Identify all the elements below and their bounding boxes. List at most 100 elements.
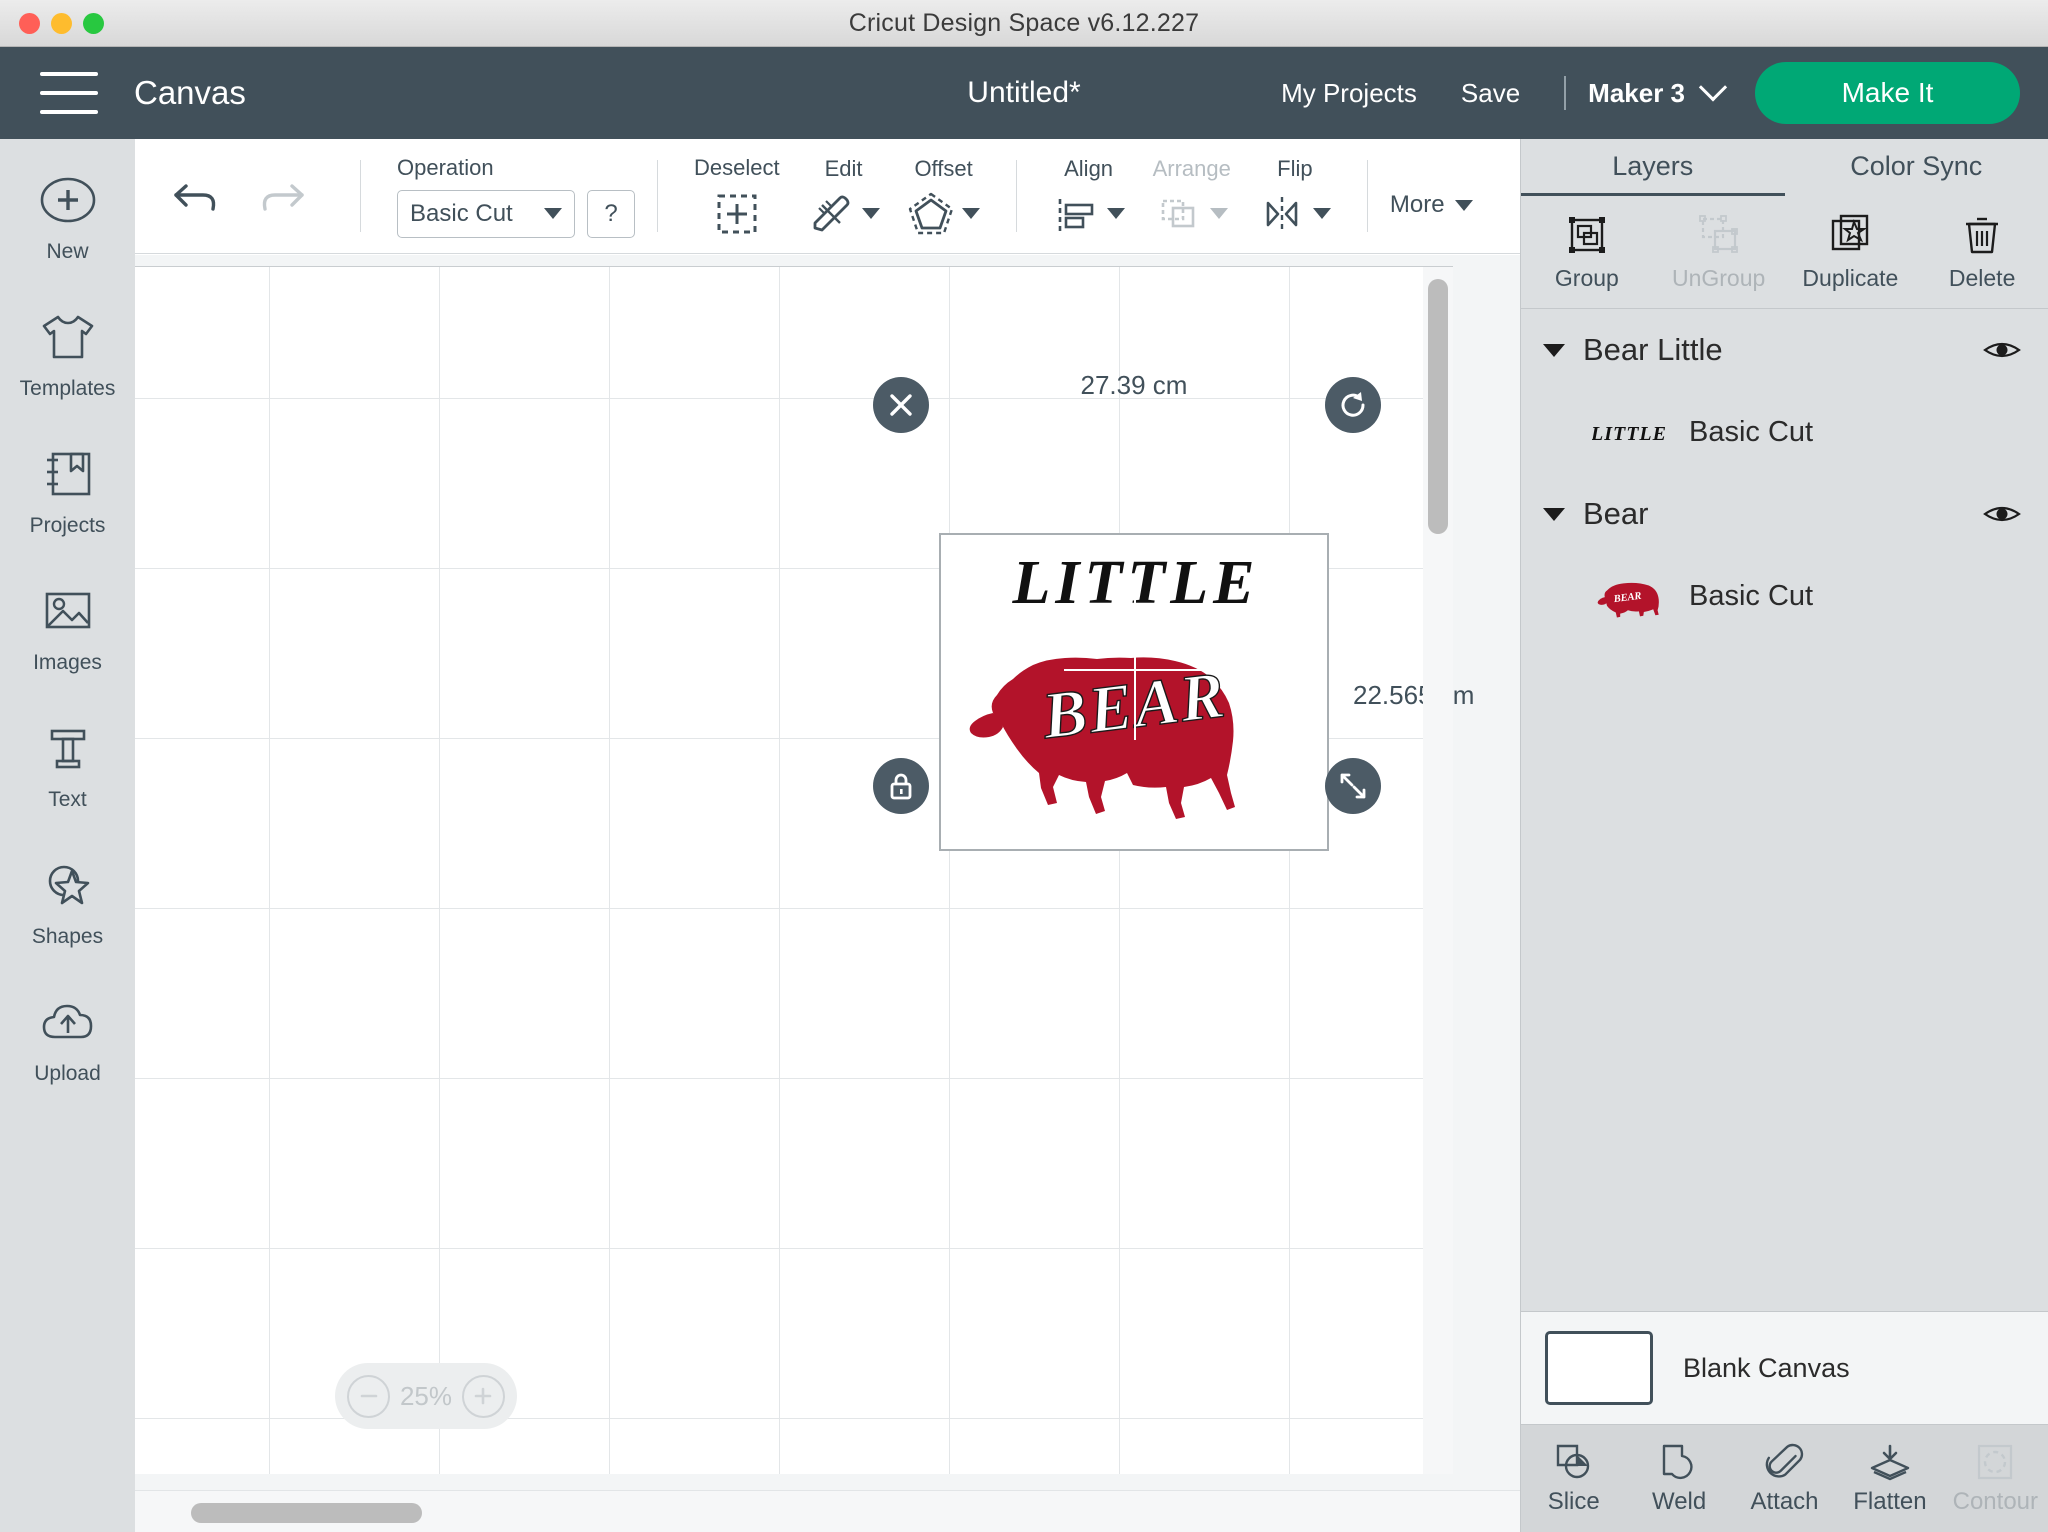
- zoom-in-button[interactable]: [461, 1374, 505, 1418]
- contour-button: Contour: [1943, 1442, 2048, 1516]
- picture-icon: [37, 580, 99, 642]
- sidebar-label-projects: Projects: [29, 514, 106, 537]
- align-icon: [1053, 191, 1099, 237]
- layer-row-bear-basic-cut[interactable]: BEAR Basic Cut: [1521, 555, 2048, 637]
- eye-icon[interactable]: [1982, 501, 2022, 527]
- header-right-controls: My Projects Save Maker 3 Make It: [1259, 62, 2048, 124]
- chevron-down-icon[interactable]: [1543, 343, 1565, 357]
- layer-row-label: Basic Cut: [1689, 579, 1814, 612]
- rotate-handle[interactable]: [1325, 377, 1381, 433]
- duplicate-button[interactable]: Duplicate: [1785, 212, 1917, 292]
- sidebar-label-templates: Templates: [19, 377, 116, 400]
- eye-icon[interactable]: [1982, 337, 2022, 363]
- weld-icon: [1658, 1442, 1700, 1482]
- app-header: Canvas Untitled* My Projects Save Maker …: [0, 47, 2048, 139]
- chevron-down-icon: [1454, 199, 1473, 211]
- sidebar-item-projects[interactable]: Projects: [0, 443, 135, 538]
- group-icon: [1564, 212, 1610, 258]
- flip-menu-button[interactable]: Flip: [1245, 156, 1345, 237]
- redo-icon[interactable]: [254, 174, 308, 218]
- operation-help-button[interactable]: ?: [587, 189, 635, 238]
- delete-button[interactable]: Delete: [1916, 212, 2048, 292]
- edit-menu-button[interactable]: Edit: [794, 156, 894, 237]
- blank-canvas-row[interactable]: Blank Canvas: [1521, 1311, 2048, 1424]
- resize-handle[interactable]: [1325, 758, 1381, 814]
- bear-thumb: BEAR: [1591, 568, 1667, 624]
- operation-select[interactable]: Basic Cut: [397, 189, 575, 238]
- resize-diagonal-icon: [1338, 771, 1368, 801]
- deselect-label: Deselect: [694, 154, 780, 180]
- save-button[interactable]: Save: [1439, 78, 1542, 109]
- sidebar-label-text: Text: [48, 788, 87, 811]
- layer-actions-bar: Group UnGroup Duplicate Delete: [1521, 196, 2048, 309]
- arrange-menu-button: Arrange: [1139, 156, 1245, 237]
- delete-handle[interactable]: [873, 377, 929, 433]
- machine-selector[interactable]: Maker 3: [1588, 73, 1728, 109]
- layer-row-little-basic-cut[interactable]: LITTLE Basic Cut: [1521, 391, 2048, 473]
- window-title: Cricut Design Space v6.12.227: [848, 8, 1200, 37]
- sidebar-label-upload: Upload: [34, 1062, 101, 1085]
- align-label: Align: [1064, 155, 1114, 181]
- delete-label: Delete: [1948, 265, 2016, 291]
- my-projects-link[interactable]: My Projects: [1259, 78, 1439, 109]
- undo-redo-group: [135, 174, 338, 218]
- flatten-button[interactable]: Flatten: [1837, 1442, 1942, 1516]
- sidebar-label-new: New: [46, 240, 89, 263]
- chevron-down-icon: [861, 208, 880, 219]
- operation-group: Operation Basic Cut ?: [383, 155, 635, 238]
- tab-color-sync[interactable]: Color Sync: [1785, 139, 2048, 196]
- sidebar-item-upload[interactable]: Upload: [0, 991, 135, 1086]
- tab-layers[interactable]: Layers: [1521, 139, 1785, 196]
- make-it-button[interactable]: Make It: [1755, 62, 2020, 124]
- window-titlebar: Cricut Design Space v6.12.227: [0, 0, 2048, 47]
- layers-list: Bear Little LITTLE Basic Cut Bear BEAR B…: [1521, 309, 2048, 1311]
- design-canvas[interactable]: 27.39 cm 22.565 cm LITTLE BEAR 25%: [135, 255, 1520, 1532]
- ungroup-label: UnGroup: [1671, 265, 1766, 291]
- sidebar-item-templates[interactable]: Templates: [0, 306, 135, 401]
- edit-label: Edit: [824, 155, 863, 181]
- lock-aspect-handle[interactable]: [873, 758, 929, 814]
- sidebar-item-new[interactable]: New: [0, 169, 135, 264]
- trash-icon: [1961, 212, 2003, 258]
- hamburger-menu-icon[interactable]: [40, 72, 98, 114]
- contour-label: Contour: [1952, 1487, 2039, 1515]
- more-menu-button[interactable]: More: [1390, 173, 1473, 219]
- flatten-icon: [1868, 1442, 1912, 1482]
- sidebar-item-images[interactable]: Images: [0, 580, 135, 675]
- operation-label: Operation: [397, 154, 494, 180]
- layer-group-bear-little[interactable]: Bear Little: [1521, 309, 2048, 391]
- sidebar-item-text[interactable]: Text: [0, 717, 135, 812]
- canvas-grid[interactable]: [135, 266, 1453, 1474]
- close-x-icon: [886, 390, 916, 420]
- left-sidebar: New Templates Projects Images Text Shape…: [0, 139, 135, 1532]
- chevron-down-icon[interactable]: [1543, 507, 1565, 521]
- edit-pencil-ruler-icon: [808, 191, 854, 237]
- attach-button[interactable]: Attach: [1732, 1442, 1837, 1516]
- canvas-vertical-scrollbar-thumb[interactable]: [1428, 279, 1448, 534]
- offset-menu-button[interactable]: Offset: [894, 156, 994, 237]
- chevron-down-icon: [1106, 208, 1125, 219]
- zoom-out-button[interactable]: [347, 1374, 390, 1418]
- rotate-icon: [1337, 389, 1369, 421]
- contour-icon: [1974, 1442, 2016, 1482]
- group-button[interactable]: Group: [1521, 212, 1653, 292]
- align-menu-button[interactable]: Align: [1039, 156, 1139, 237]
- svg-text:LITTLE: LITTLE: [1592, 423, 1666, 445]
- slice-button[interactable]: Slice: [1521, 1442, 1626, 1516]
- layer-group-name: Bear Little: [1583, 332, 1723, 367]
- shapes-star-circle-icon: [37, 854, 99, 916]
- deselect-button[interactable]: Deselect: [680, 155, 794, 238]
- weld-button[interactable]: Weld: [1626, 1442, 1731, 1516]
- sidebar-label-shapes: Shapes: [31, 925, 104, 948]
- machine-name: Maker 3: [1588, 77, 1685, 108]
- chevron-down-icon: [544, 208, 562, 219]
- canvas-color-swatch[interactable]: [1545, 1331, 1653, 1405]
- arrange-label: Arrange: [1152, 155, 1231, 181]
- canvas-horizontal-scrollbar-thumb[interactable]: [191, 1503, 422, 1523]
- undo-icon[interactable]: [170, 174, 224, 218]
- chevron-down-icon: [961, 208, 980, 219]
- text-t-icon: [37, 717, 99, 779]
- sidebar-item-shapes[interactable]: Shapes: [0, 854, 135, 949]
- canvas-label: Canvas: [134, 74, 246, 111]
- layer-group-bear[interactable]: Bear: [1521, 473, 2048, 555]
